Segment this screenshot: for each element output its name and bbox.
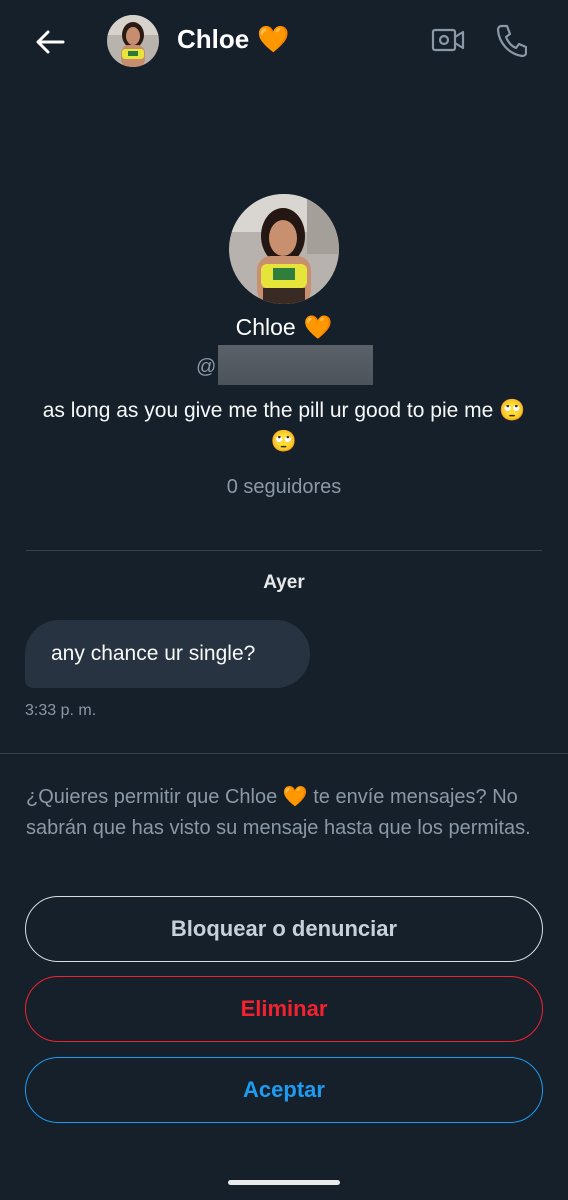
block-or-report-label: Bloquear o denunciar (170, 916, 398, 941)
followers-count[interactable]: 0 seguidores (0, 476, 568, 499)
video-camera-icon (431, 28, 465, 52)
orange-heart-emoji: 🧡 (303, 314, 333, 340)
delete-button[interactable]: Eliminar (25, 976, 543, 1042)
orange-heart-emoji: 🧡 (257, 24, 290, 54)
voice-call-button[interactable] (493, 20, 529, 60)
divider (26, 550, 542, 551)
arrow-left-icon (36, 30, 65, 54)
conversation-header: Chloe 🧡 (0, 0, 568, 82)
accept-label: Aceptar (243, 1077, 325, 1102)
profile-bio: as long as you give me the pill ur good … (42, 399, 526, 453)
redacted-handle (218, 345, 374, 385)
dm-screen: Chloe 🧡 Chloe 🧡 @ as long as you give me… (0, 0, 568, 1200)
message-request-prompt: ¿Quieres permitir que Chloe 🧡 te envíe m… (26, 786, 531, 839)
accept-button[interactable]: Aceptar (25, 1057, 543, 1123)
home-indicator[interactable] (228, 1180, 340, 1185)
date-separator: Ayer (263, 572, 305, 593)
back-button[interactable] (30, 22, 70, 62)
profile-name: Chloe 🧡 (0, 314, 568, 341)
message-timestamp: 3:33 p. m. (25, 702, 97, 719)
header-avatar[interactable] (107, 15, 159, 67)
delete-label: Eliminar (240, 996, 328, 1021)
message-text: any chance ur single? (51, 642, 256, 665)
profile-handle: @ (196, 345, 374, 385)
divider (0, 753, 568, 754)
block-or-report-button[interactable]: Bloquear o denunciar (25, 896, 543, 962)
handle-at-sign: @ (196, 355, 217, 378)
phone-icon (496, 24, 527, 57)
header-name[interactable]: Chloe 🧡 (177, 24, 290, 55)
profile-avatar[interactable] (229, 194, 339, 304)
message-bubble[interactable]: any chance ur single? (25, 620, 310, 688)
profile-name-text: Chloe (235, 314, 296, 340)
header-name-text: Chloe (177, 24, 250, 54)
video-call-button[interactable] (430, 22, 466, 58)
